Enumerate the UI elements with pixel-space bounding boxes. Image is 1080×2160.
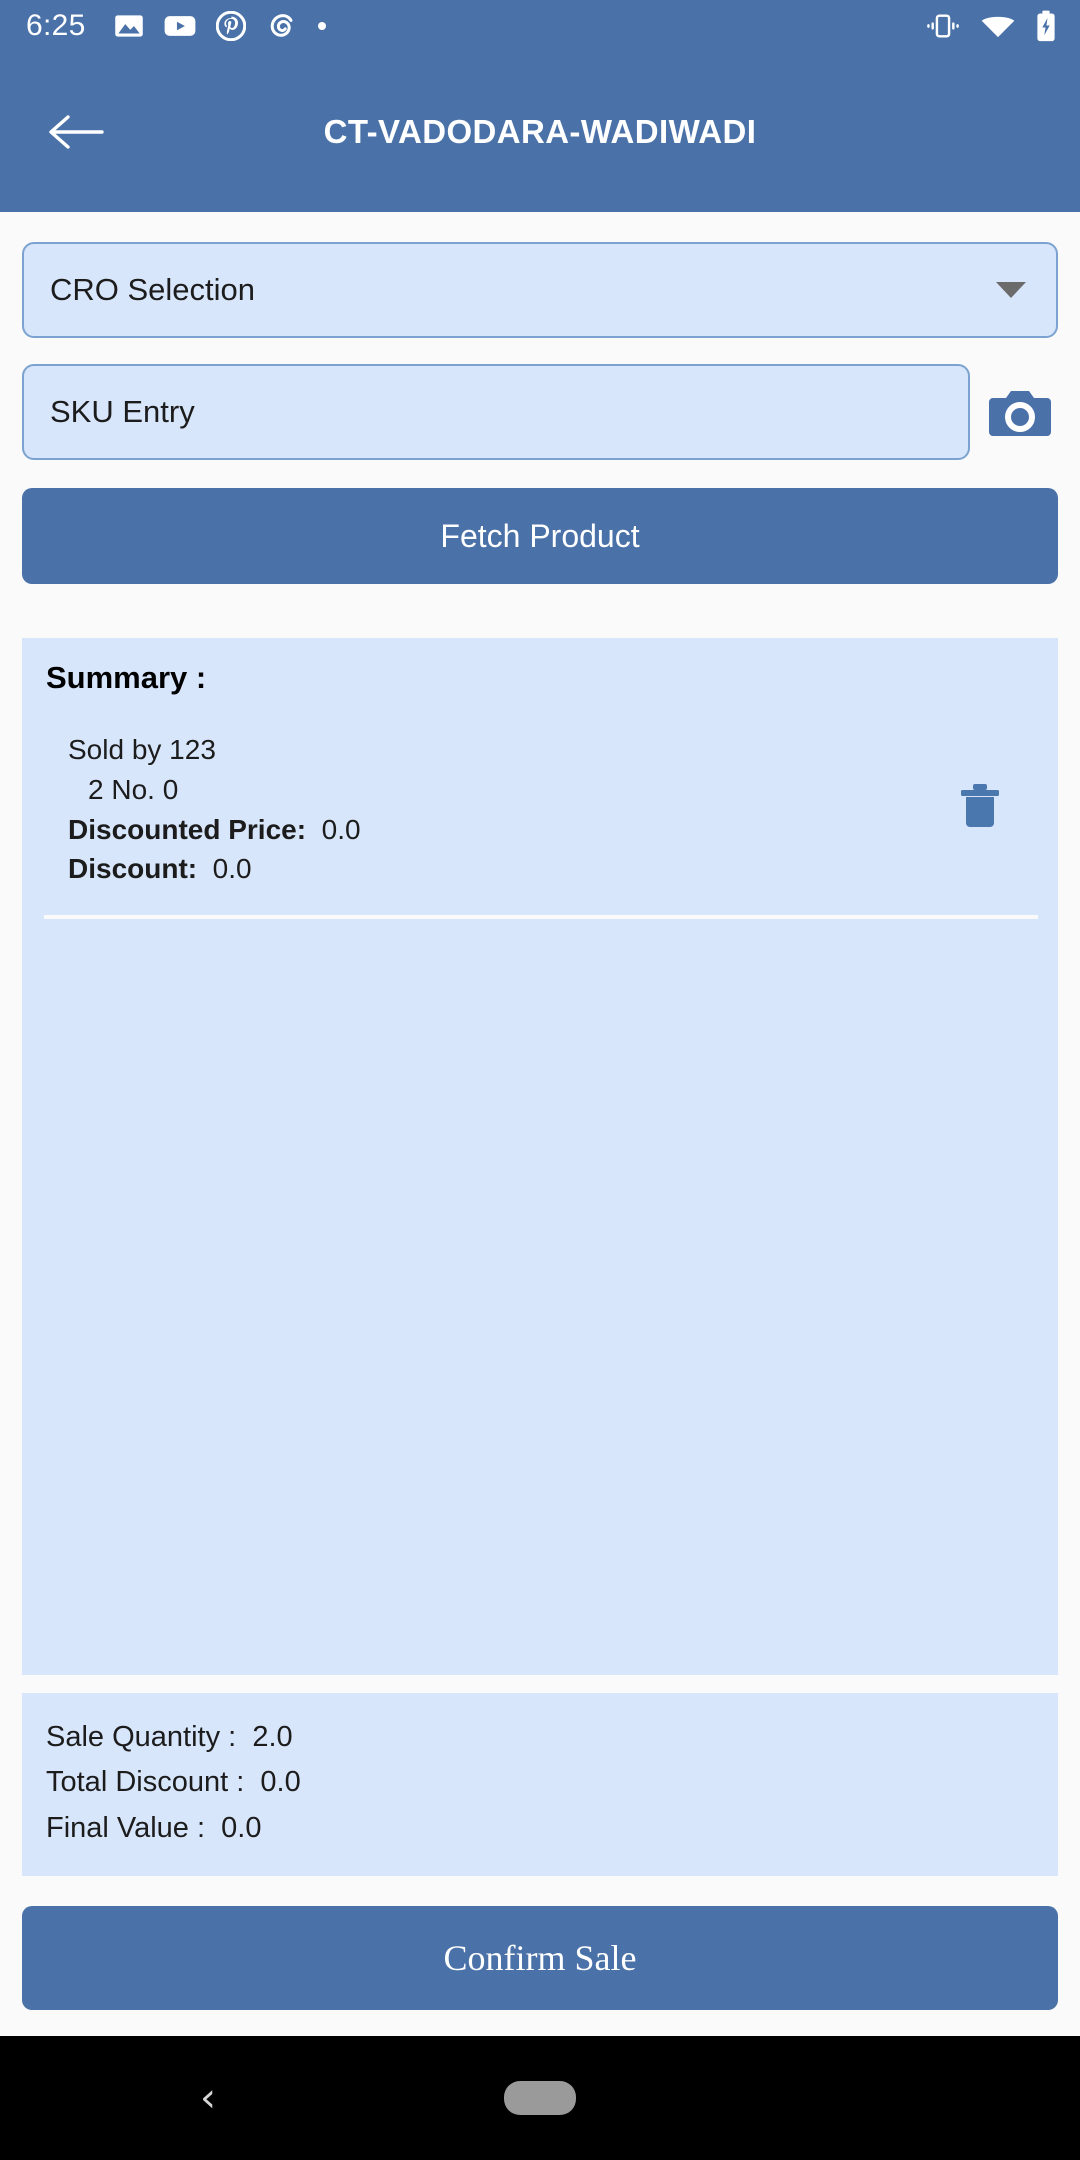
chevron-down-icon [996,282,1026,298]
final-value-value: 0.0 [221,1812,262,1845]
pinterest-icon [215,11,246,41]
wifi-icon [981,16,1015,38]
item-discounted-price-value: 0.0 [321,813,361,845]
summary-item-list-empty-area [22,919,1058,1675]
status-system-icons [926,10,1056,42]
app-screen: 6:25 CT-VADODARA-WADIWADI CRO Selection … [0,0,1080,2160]
summary-panel: Summary : Sold by 123 2 No. 0 Discounted… [22,638,1058,1675]
item-discounted-price-label: Discounted Price: [68,813,307,845]
youtube-icon [164,16,195,36]
sale-quantity-row: Sale Quantity : 2.0 [46,1715,1034,1761]
item-sold-by: Sold by 123 [68,734,216,765]
arrow-left-icon [49,115,104,149]
cro-selection-dropdown[interactable]: CRO Selection [22,242,1058,338]
back-button[interactable] [28,84,124,180]
final-value-row: Final Value : 0.0 [46,1806,1034,1852]
final-value-label: Final Value : [46,1812,206,1845]
total-discount-value: 0.0 [260,1766,301,1799]
sale-quantity-value: 2.0 [252,1720,293,1753]
total-discount-label: Total Discount : [46,1766,245,1799]
battery-charging-icon [1037,10,1055,42]
vibrate-icon [927,14,959,38]
summary-item-row: Sold by 123 2 No. 0 Discounted Price: 0.… [22,696,1058,905]
totals-panel: Sale Quantity : 2.0 Total Discount : 0.0… [22,1692,1058,1876]
camera-scan-button[interactable] [988,380,1052,444]
item-discount: Discount: 0.0 [46,849,950,889]
fetch-product-button[interactable]: Fetch Product [22,488,1058,584]
camera-icon [989,391,1051,436]
home-pill-icon[interactable] [504,2081,576,2115]
item-quantity: 2 No. 0 [88,773,179,805]
app-bar: CT-VADODARA-WADIWADI [0,52,1080,212]
trash-icon [961,784,999,827]
status-time: 6:25 [26,9,86,42]
main-content: CRO Selection SKU Entry Fetch Product Su… [0,212,1080,2036]
confirm-sale-button[interactable]: Confirm Sale [22,1906,1058,2010]
item-discounted-price: Discounted Price: 0.0 [46,810,950,850]
item-discount-label: Discount: [68,853,198,885]
summary-title: Summary : [46,660,207,695]
dot-icon [317,22,326,30]
confirm-sale-wrapper: Confirm Sale [22,1876,1058,2036]
sku-entry-row: SKU Entry [22,364,1058,460]
total-discount-row: Total Discount : 0.0 [46,1760,1034,1806]
nav-back-icon[interactable]: ‹ [200,2078,216,2118]
image-icon [114,15,143,37]
sku-input[interactable]: SKU Entry [22,364,970,460]
system-navigation-bar: ‹ [0,2036,1080,2160]
cro-selection-label: CRO Selection [50,272,256,307]
sku-input-placeholder: SKU Entry [50,394,195,429]
delete-item-button[interactable] [950,776,1010,836]
spiral-icon [270,14,293,37]
page-title: CT-VADODARA-WADIWADI [323,113,757,150]
sale-quantity-label: Sale Quantity : [46,1720,237,1753]
status-bar: 6:25 [0,0,1080,52]
item-discount-value: 0.0 [212,853,252,885]
status-notification-icons [114,11,328,41]
summary-item-details: Sold by 123 2 No. 0 Discounted Price: 0.… [46,730,950,889]
